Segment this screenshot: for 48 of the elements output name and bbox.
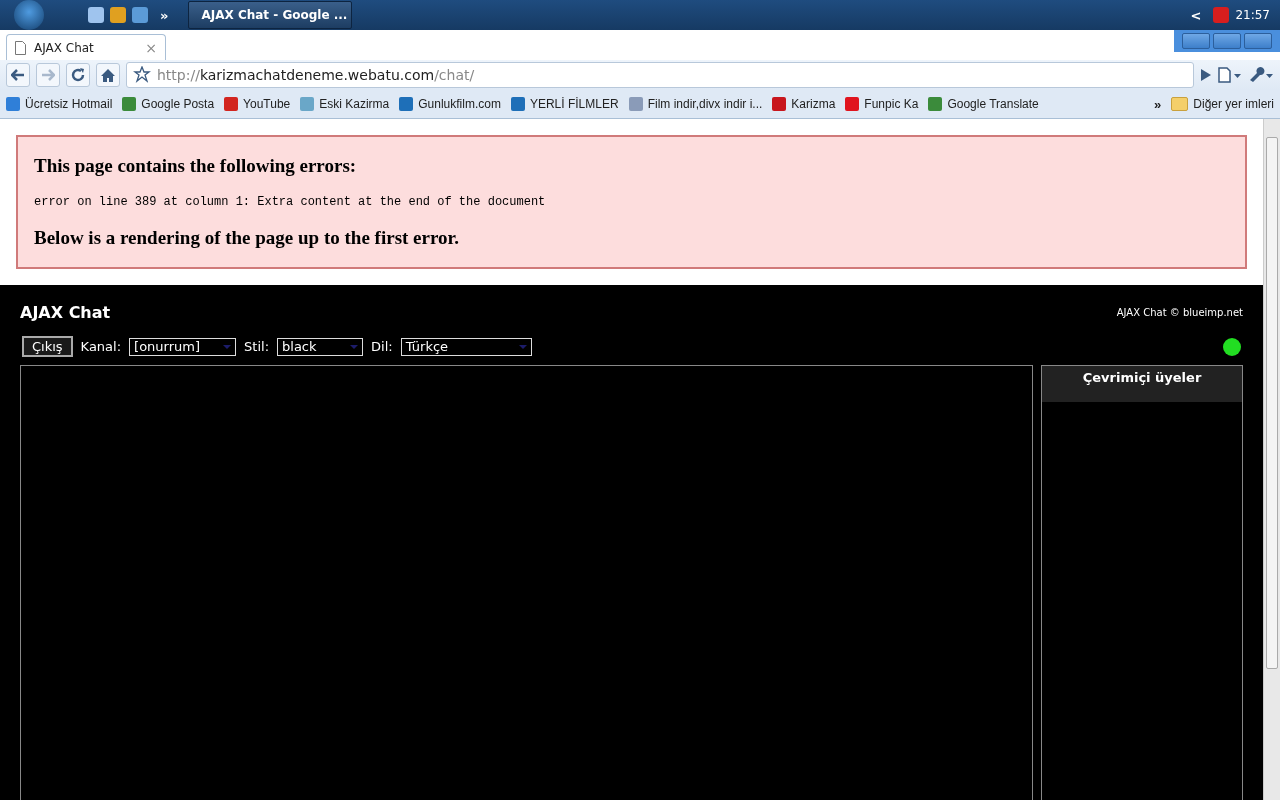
page-icon xyxy=(15,40,26,55)
arrow-left-icon xyxy=(11,69,25,81)
select-field[interactable]: Türkçe xyxy=(400,337,532,356)
page-menu-icon[interactable] xyxy=(1218,67,1242,83)
expand-glyph[interactable]: » xyxy=(154,7,175,23)
chat-title: AJAX Chat xyxy=(20,303,111,322)
other-bookmarks[interactable]: Diğer yer imleri xyxy=(1171,97,1274,111)
tray-arrow[interactable]: < xyxy=(1184,7,1208,23)
bookmark[interactable]: Gunlukfilm.com xyxy=(399,97,501,111)
select-label: Dil: xyxy=(371,339,393,354)
scrollbar[interactable] xyxy=(1263,119,1280,800)
error-footer: Below is a rendering of the page up to the first error. xyxy=(34,227,1229,249)
reload-button[interactable] xyxy=(66,63,90,87)
bookmark[interactable]: Karizma xyxy=(772,97,836,111)
home-button[interactable] xyxy=(96,63,120,87)
bookmark[interactable]: YouTube xyxy=(224,97,291,111)
select-field[interactable]: [onurrum] xyxy=(129,337,237,356)
bookmark[interactable]: YERLİ FİLMLER xyxy=(510,97,619,111)
folder-icon xyxy=(1171,97,1189,111)
bookmark[interactable]: Film indir,divx indir i... xyxy=(628,97,763,111)
bookmark[interactable]: Google Translate xyxy=(928,97,1039,111)
play-icon[interactable] xyxy=(1200,69,1212,81)
select-label: Kanal: xyxy=(80,339,122,354)
arrow-right-icon xyxy=(41,69,55,81)
close-tab-button[interactable]: × xyxy=(145,39,157,56)
browser-tab[interactable]: AJAX Chat × xyxy=(6,34,166,60)
select-field[interactable]: black xyxy=(277,337,364,356)
error-message: error on line 389 at column 1: Extra content at the end of the document xyxy=(34,195,547,209)
home-icon xyxy=(101,68,115,82)
credit-text: AJAX Chat © blueimp.net xyxy=(1116,307,1243,318)
online-heading: Çevrimiçi üyeler xyxy=(1042,366,1242,402)
wrench-icon[interactable] xyxy=(1248,67,1274,83)
more-bookmarks[interactable]: » xyxy=(1154,96,1162,112)
address-bar[interactable]: http://karizmachatdeneme.webatu.com/chat/ xyxy=(126,62,1194,88)
reload-icon xyxy=(71,68,85,82)
url-text: http://karizmachatdeneme.webatu.com/chat/ xyxy=(157,67,475,83)
clock: 21:57 xyxy=(1235,8,1270,22)
bookmark[interactable]: Funpic Ka xyxy=(845,97,919,111)
start-button[interactable] xyxy=(14,0,44,30)
back-button[interactable] xyxy=(6,63,30,87)
bookmark[interactable]: Eski Kazirma xyxy=(300,97,390,111)
bookmark[interactable]: Google Posta xyxy=(122,97,215,111)
tab-title: AJAX Chat xyxy=(34,40,94,55)
bookmark[interactable]: Ücretsiz Hotmail xyxy=(6,97,113,111)
logout-button[interactable]: Çıkış xyxy=(22,336,73,357)
taskbar-task[interactable]: AJAX Chat - Google ... xyxy=(188,1,353,29)
error-title: This page contains the following errors: xyxy=(34,155,358,177)
select-label: Stil: xyxy=(244,339,270,354)
